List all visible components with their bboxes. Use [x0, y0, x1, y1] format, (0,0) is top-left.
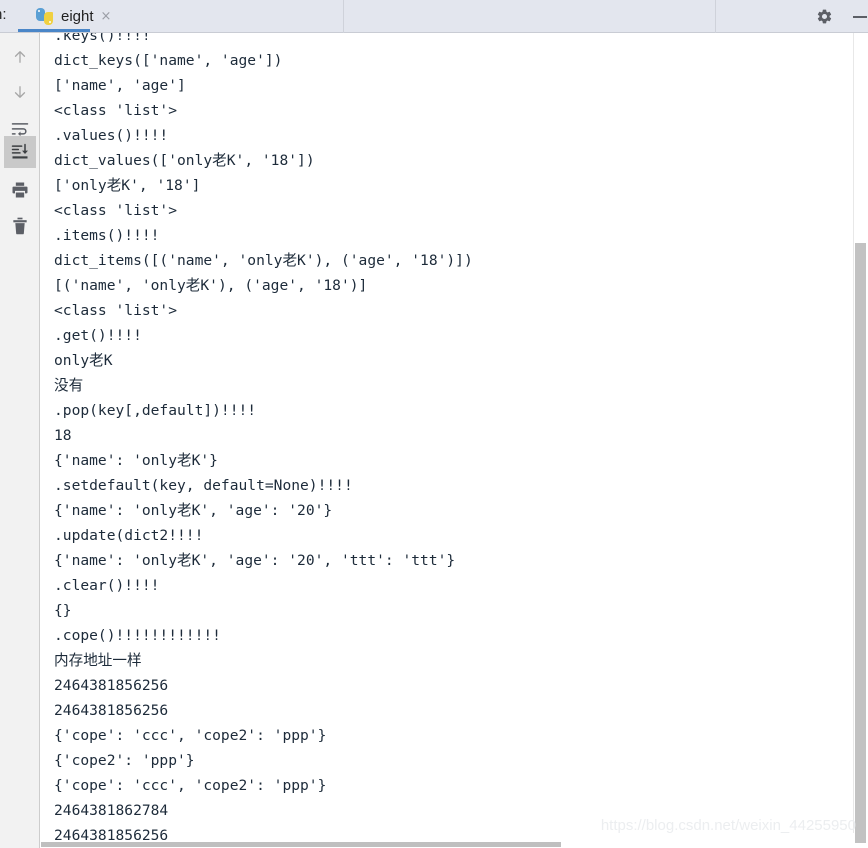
header-divider-right: [715, 0, 716, 33]
console-line: .pop(key[,default])!!!!: [54, 402, 257, 419]
console-line: dict_keys(['name', 'age']): [54, 52, 283, 69]
console-line: .cope()!!!!!!!!!!!!: [54, 627, 221, 644]
soft-wrap-icon: [11, 123, 29, 137]
console-line: ['only老K', '18']: [54, 177, 201, 194]
console-output[interactable]: .keys()!!!! dict_keys(['name', 'age']) ['n…: [41, 33, 846, 841]
console-line: .setdefault(key, default=None)!!!!: [54, 477, 353, 494]
horizontal-scrollbar-thumb[interactable]: [41, 842, 561, 847]
console-line: 2464381856256: [54, 702, 169, 719]
run-tool-window: n: eight ×: [0, 0, 868, 848]
watermark: https://blog.csdn.net/weixin_44255950: [600, 817, 856, 834]
run-label: n:: [0, 6, 7, 23]
python-icon: [36, 8, 53, 25]
tab-label: eight: [61, 8, 94, 25]
print-button[interactable]: [4, 174, 36, 206]
console-line: dict_values(['only老K', '18']): [54, 152, 315, 169]
tab-active-indicator: [18, 29, 90, 32]
console-line: .get()!!!!: [54, 327, 142, 344]
console-line: .keys()!!!!: [54, 33, 151, 44]
console-line: {'name': 'only老K', 'age': '20', 'ttt': '…: [54, 552, 456, 569]
console-line: .clear()!!!!: [54, 577, 160, 594]
minimize-icon: [853, 15, 867, 18]
console-line: .items()!!!!: [54, 227, 160, 244]
close-icon[interactable]: ×: [101, 10, 112, 23]
console-line: {'name': 'only老K', 'age': '20'}: [54, 502, 333, 519]
header-divider-left: [343, 0, 344, 33]
console-line: {'cope': 'ccc', 'cope2': 'ppp'}: [54, 727, 327, 744]
console-line: {'name': 'only老K'}: [54, 452, 218, 469]
run-toolwindow-header: n: eight ×: [0, 0, 868, 33]
scroll-up-icon: [14, 51, 26, 63]
trash-icon: [13, 217, 27, 235]
console-line: 没有: [54, 377, 84, 394]
console-lines: .keys()!!!! dict_keys(['name', 'age']) ['n…: [54, 33, 844, 841]
print-icon: [12, 182, 28, 198]
minimize-button[interactable]: [847, 0, 868, 33]
clear-all-button[interactable]: [4, 210, 36, 242]
scroll-up-button[interactable]: [4, 41, 36, 73]
scroll-down-icon: [14, 86, 26, 98]
scroll-to-end-button[interactable]: [4, 136, 36, 168]
scroll-to-end-icon: [11, 143, 28, 159]
console-line: {'cope2': 'ppp'}: [54, 752, 195, 769]
console-line: {}: [54, 602, 72, 619]
console-line: .values()!!!!: [54, 127, 169, 144]
console-line: <class 'list'>: [54, 202, 178, 219]
console-line: ['name', 'age']: [54, 77, 186, 94]
console-line: dict_items([('name', 'only老K'), ('age', …: [54, 252, 473, 269]
vertical-scrollbar-thumb[interactable]: [855, 243, 866, 843]
console-line: 2464381856256: [54, 677, 169, 694]
console-toolbar: [0, 33, 40, 848]
console-line: <class 'list'>: [54, 102, 178, 119]
console-line: <class 'list'>: [54, 302, 178, 319]
scroll-down-button[interactable]: [4, 76, 36, 108]
console-line: {'cope': 'ccc', 'cope2': 'ppp'}: [54, 777, 327, 794]
vertical-scrollbar[interactable]: [853, 33, 868, 843]
console-line: 18: [54, 427, 72, 444]
console-line: .update(dict2!!!!: [54, 527, 204, 544]
gear-icon: [817, 9, 831, 24]
console-line: 内存地址一样: [54, 652, 142, 669]
console-line: [('name', 'only老K'), ('age', '18')]: [54, 277, 368, 294]
settings-button[interactable]: [811, 0, 837, 33]
console-line: only老K: [54, 352, 113, 369]
